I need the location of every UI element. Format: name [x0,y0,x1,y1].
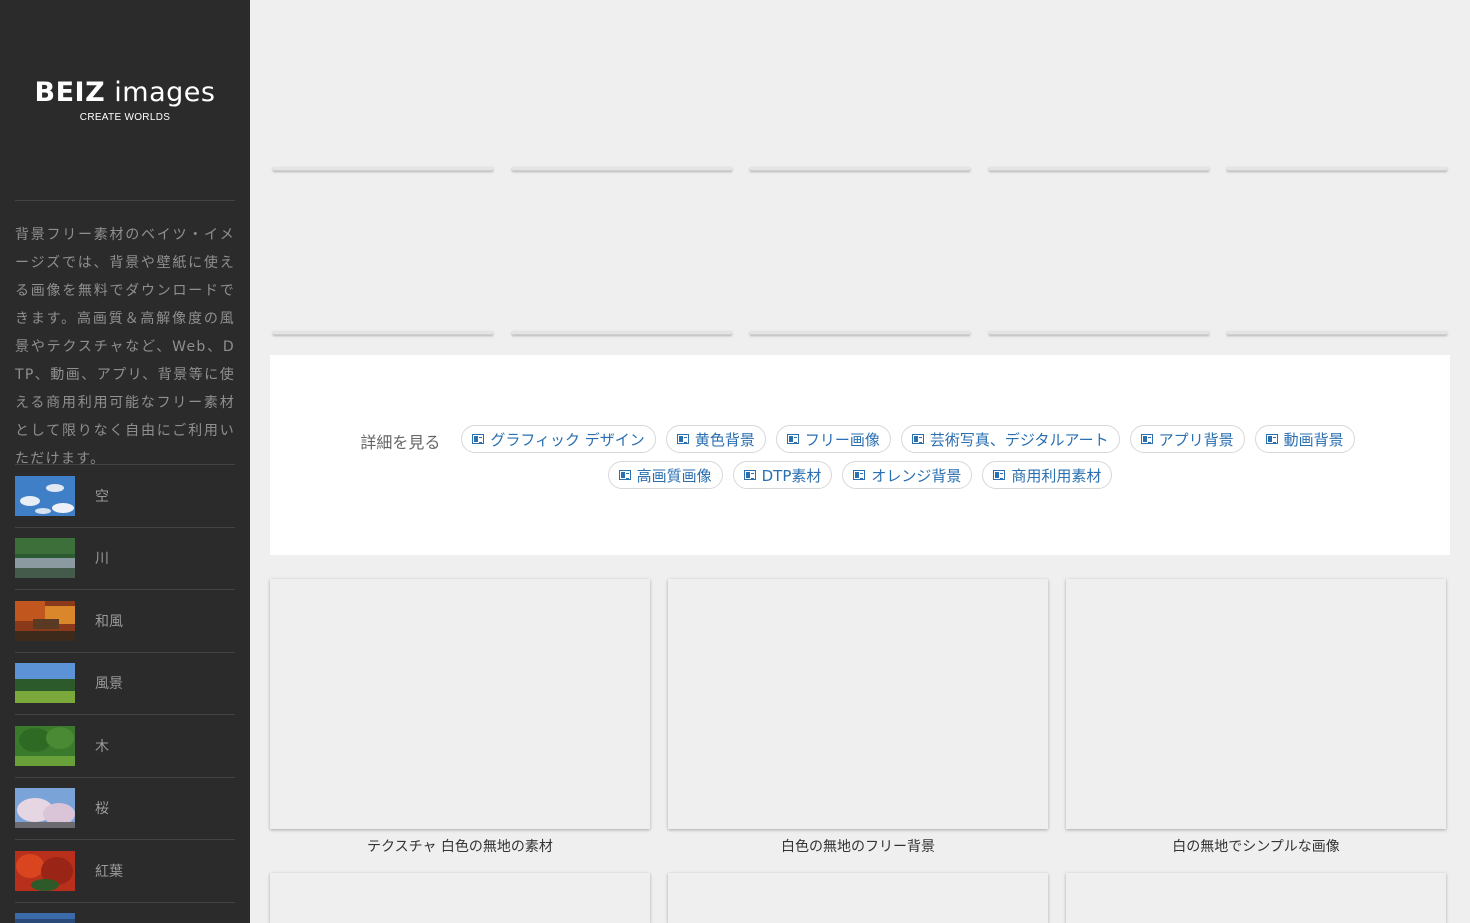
tag-art-photo[interactable]: 芸術写真、デジタルアート [900,425,1120,453]
site-logo[interactable]: BEIZ images CREATE WORLDS [0,76,250,123]
category-thumbnail-autumn-leaves [15,850,75,891]
tag-row: 詳細を見る グラフィック デザイン 黄色背景 フリー画像 芸術写真、デジタルアー… [270,425,1450,453]
tag-label: 芸術写真、デジタルアート [929,430,1109,449]
image-card[interactable] [1066,579,1446,829]
details-label: 詳細を見る [360,433,441,452]
image-thumbnail[interactable] [989,331,1209,335]
category-label: 木 [95,738,109,755]
tag-label: 動画背景 [1283,430,1344,449]
tag-app-background[interactable]: アプリ背景 [1129,425,1245,453]
image-thumbnail[interactable] [512,167,732,171]
category-label: 風景 [95,676,123,693]
image-card[interactable] [668,873,1048,923]
image-caption[interactable]: 白の無地でシンプルな画像 [1066,836,1446,856]
category-item-cherry-blossom[interactable]: 桜 [15,776,235,840]
tag-label: アプリ背景 [1158,430,1234,449]
logo-wordmark: BEIZ images [0,76,250,110]
category-item-river[interactable]: 川 [15,526,235,590]
tag-icon [618,470,631,480]
tag-icon [853,470,866,480]
image-thumbnail[interactable] [1227,331,1447,335]
tag-icon [1265,434,1278,444]
tag-icon [472,434,485,444]
tag-label: 商用利用素材 [1011,466,1102,485]
sidebar-divider [15,200,235,201]
sidebar: BEIZ images CREATE WORLDS 背景フリー素材のベイツ・イメ… [0,0,250,923]
tag-panel: 詳細を見る グラフィック デザイン 黄色背景 フリー画像 芸術写真、デジタルアー… [270,355,1450,555]
tag-label: DTP素材 [761,466,822,485]
tag-icon [911,434,924,444]
image-caption[interactable]: 白色の無地のフリー背景 [668,836,1048,856]
tag-icon [743,470,756,480]
logo-tagline: CREATE WORLDS [79,112,171,123]
tag-label: グラフィック デザイン [490,430,645,449]
image-card[interactable] [270,873,650,923]
category-label: 川 [95,551,109,568]
image-card[interactable] [668,579,1048,829]
tag-icon [993,470,1006,480]
image-thumbnail[interactable] [750,331,970,335]
tag-label: オレンジ背景 [871,466,962,485]
logo-light-text: images [114,77,216,108]
category-thumbnail-tree [15,725,75,766]
category-label: 桜 [95,801,109,818]
tag-label: 黄色背景 [694,430,755,449]
category-thumbnail-landscape [15,663,75,704]
tag-icon [676,434,689,444]
tag-label: 高画質画像 [636,466,712,485]
category-list: 空 川 和風 風景 木 桜 紅葉 [15,464,235,923]
tag-icon [786,434,799,444]
category-item-japanese-style[interactable]: 和風 [15,589,235,652]
category-item-sky[interactable]: 空 [15,464,235,527]
image-thumbnail[interactable] [273,167,493,171]
category-thumbnail-sky [15,475,75,516]
image-thumbnail[interactable] [750,167,970,171]
image-card[interactable] [1066,873,1446,923]
category-item-autumn-leaves[interactable]: 紅葉 [15,839,235,902]
tag-orange-background[interactable]: オレンジ背景 [842,461,973,489]
category-thumbnail-river [15,538,75,579]
category-label: 和風 [95,613,123,630]
tag-high-quality-image[interactable]: 高画質画像 [607,461,723,489]
tag-icon [1140,434,1153,444]
image-thumbnail[interactable] [512,331,732,335]
category-item-landscape[interactable]: 風景 [15,651,235,715]
tag-label: フリー画像 [804,430,880,449]
tag-video-background[interactable]: 動画背景 [1254,425,1355,453]
category-thumbnail-japanese-style [15,600,75,641]
tag-dtp-material[interactable]: DTP素材 [732,461,833,489]
category-thumbnail-next [15,913,75,923]
category-label: 空 [95,488,109,505]
category-thumbnail-cherry-blossom [15,788,75,829]
tag-free-image[interactable]: フリー画像 [775,425,891,453]
tag-row: 高画質画像 DTP素材 オレンジ背景 商用利用素材 [270,461,1450,489]
image-thumbnail[interactable] [989,167,1209,171]
image-caption[interactable]: テクスチャ 白色の無地の素材 [270,836,650,856]
category-item-tree[interactable]: 木 [15,714,235,777]
category-label: 紅葉 [95,863,123,880]
logo-bold-text: BEIZ [34,77,106,108]
image-thumbnail[interactable] [273,331,493,335]
tag-graphic-design[interactable]: グラフィック デザイン [461,425,656,453]
tag-yellow-background[interactable]: 黄色背景 [665,425,766,453]
tag-commercial-use-material[interactable]: 商用利用素材 [982,461,1113,489]
image-thumbnail[interactable] [1227,167,1447,171]
site-description: 背景フリー素材のベイツ・イメージズでは、背景や壁紙に使える画像を無料でダウンロー… [15,227,235,467]
image-card[interactable] [270,579,650,829]
category-item-next[interactable] [15,901,235,923]
